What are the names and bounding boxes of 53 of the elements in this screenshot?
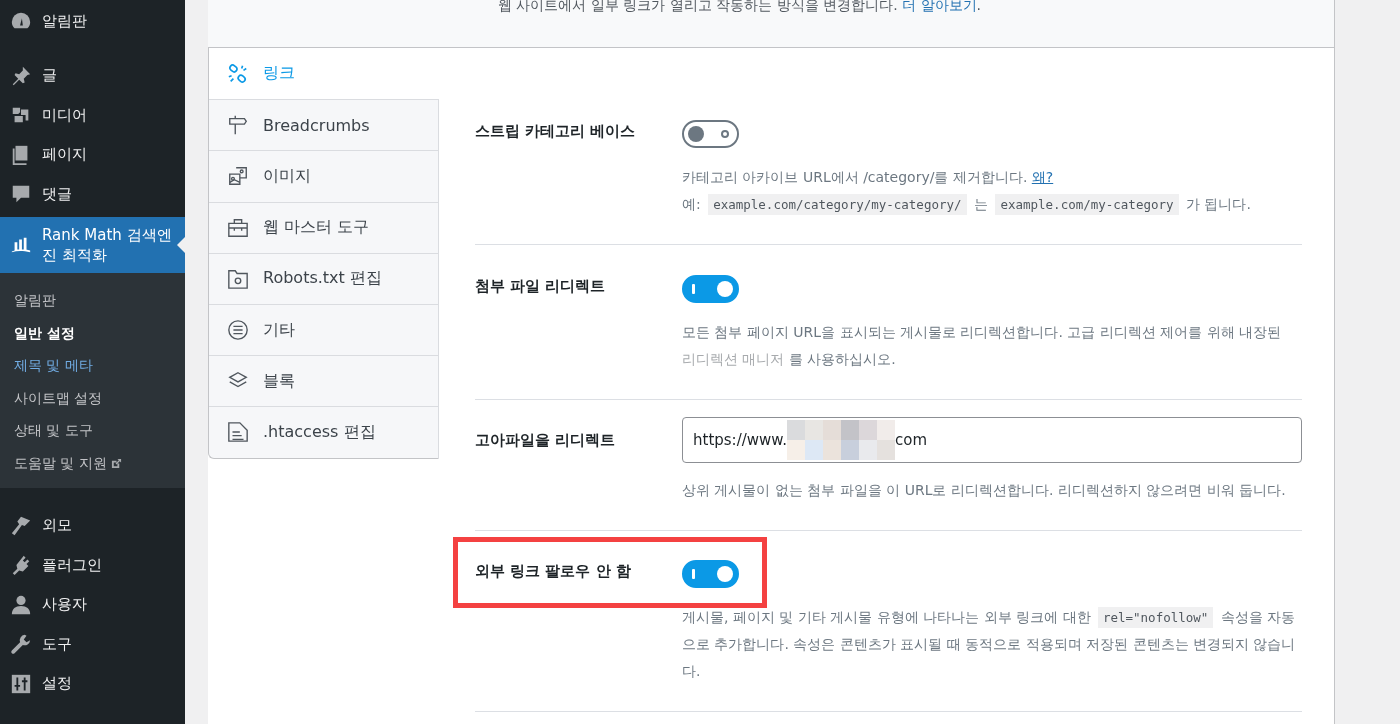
- setting-description: 카테고리 아카이브 URL에서 /category/를 제거합니다. 왜?: [682, 168, 1055, 187]
- menu-item[interactable]: 설정: [0, 664, 185, 704]
- menu-item[interactable]: 사용자: [0, 585, 185, 625]
- menu-item[interactable]: 외모: [0, 506, 185, 546]
- sliders-icon: [10, 672, 32, 695]
- menu-item[interactable]: 도구: [0, 624, 185, 664]
- submenu-item[interactable]: 상태 및 도구: [0, 415, 185, 448]
- plug-icon: [10, 554, 32, 577]
- setting-description: 예: example.com/category/my-category/ 는 example.com/my-category 가 됩니다.: [682, 191, 1302, 218]
- submenu-item[interactable]: 일반 설정: [0, 317, 185, 350]
- submenu-item[interactable]: 도움말 및 지원: [0, 447, 185, 480]
- menu-item[interactable]: 글: [0, 56, 185, 96]
- learn-more-link[interactable]: 더 알아보기: [902, 0, 977, 13]
- images-icon: [227, 165, 249, 188]
- toggle-switch[interactable]: [682, 120, 739, 148]
- wrench-icon: [10, 633, 32, 656]
- signpost-icon: [227, 114, 249, 137]
- setting-description: 게시물, 페이지 및 기타 게시물 유형에 나타나는 외부 링크에 대한 rel="nofollow" 속성을 자동으로 추가합니다. 속성은 콘텐츠가 표시될 때 동적으로 적용되며 저장된 콘텐츠는 변경되지 않습니다.: [682, 606, 1297, 681]
- why-link[interactable]: 왜?: [1031, 169, 1054, 185]
- tab[interactable]: 기타: [209, 303, 438, 356]
- menu-item[interactable]: 알림판: [0, 4, 185, 38]
- tab[interactable]: 이미지: [209, 150, 438, 202]
- toggle-switch[interactable]: [682, 275, 739, 303]
- setting-description: 모든 첨부 페이지 URL을 표시되는 게시물로 리디렉션합니다. 고급 리디렉션 제어를 위해 내장된 리디렉션 매니저 를 사용하십시오.: [682, 323, 1283, 369]
- menu-item[interactable]: Rank Math 검색엔진 최적화: [0, 217, 185, 273]
- header-description: 웹 사이트에서 일부 링크가 열리고 작동하는 방식을 변경합니다. 더 알아보기.: [498, 0, 981, 13]
- list-icon: [227, 319, 249, 342]
- setting-label: 고아파일을 리디렉트: [475, 430, 617, 451]
- menu-item[interactable]: 플러그인: [0, 545, 185, 585]
- briefcase-icon: [227, 216, 249, 239]
- tab[interactable]: Robots.txt 편집: [209, 252, 438, 304]
- setting-label: 스트립 카테고리 베이스: [475, 121, 637, 142]
- tab[interactable]: 웹 마스터 도구: [209, 201, 438, 253]
- user-icon: [10, 593, 32, 616]
- menu-item[interactable]: 댓글: [0, 174, 185, 214]
- setting-label: 외부 링크 팔로우 안 함: [475, 561, 632, 582]
- folder-icon: [227, 267, 249, 290]
- broken-link-icon: [227, 62, 249, 85]
- menu-item[interactable]: 미디어: [0, 95, 185, 135]
- brush-icon: [10, 514, 32, 537]
- menu-item[interactable]: 페이지: [0, 135, 185, 175]
- setting-label: 첨부 파일 리디렉트: [475, 276, 607, 297]
- submenu-item[interactable]: 알림판: [0, 285, 185, 318]
- tab[interactable]: 블록: [209, 355, 438, 407]
- submenu-item[interactable]: 사이트맵 설정: [0, 382, 185, 415]
- document-icon: [227, 421, 249, 444]
- tab[interactable]: Breadcrumbs: [209, 99, 438, 151]
- setting-description: 상위 게시물이 없는 첨부 파일을 이 URL로 리디렉션합니다. 리디렉션하지 않으려면 비워 둡니다.: [682, 481, 1287, 500]
- submenu-item[interactable]: 제목 및 메타: [0, 350, 185, 383]
- url-field[interactable]: https://www. com: [682, 417, 1302, 463]
- pin-icon: [10, 64, 32, 87]
- tab[interactable]: .htaccess 편집: [209, 406, 438, 458]
- toggle-switch[interactable]: [682, 560, 739, 588]
